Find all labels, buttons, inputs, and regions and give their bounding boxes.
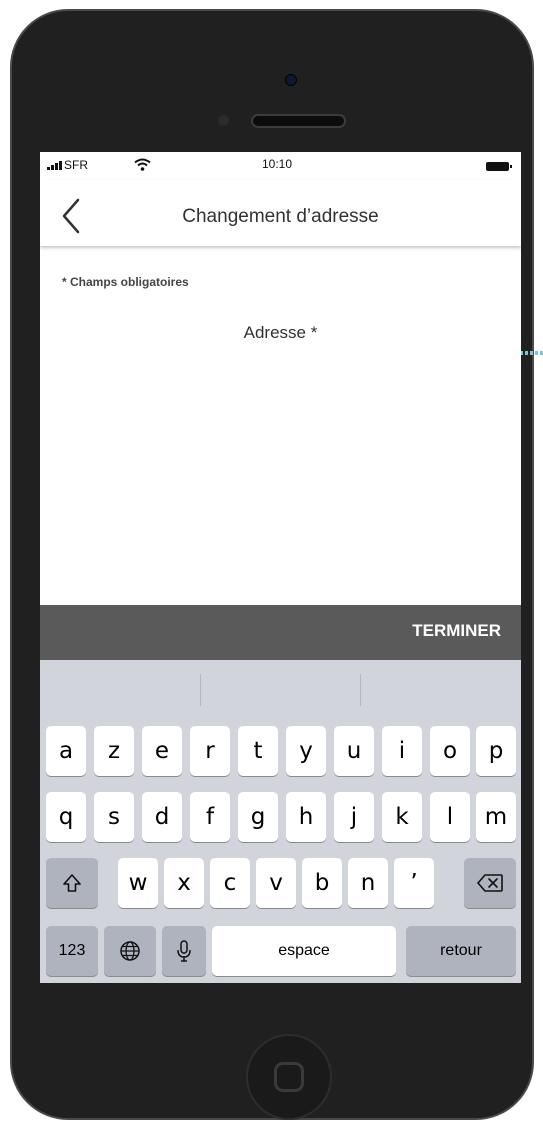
backspace-icon: [477, 874, 503, 892]
key-v[interactable]: v: [256, 858, 296, 908]
wifi-icon: [134, 158, 151, 171]
key-m[interactable]: m: [476, 792, 516, 842]
suggestion-bar: [40, 660, 521, 718]
key-a[interactable]: a: [46, 726, 86, 776]
numbers-key[interactable]: 123: [46, 926, 98, 976]
key-i[interactable]: i: [382, 726, 422, 776]
microphone-icon: [177, 940, 191, 962]
dictation-key[interactable]: [162, 926, 206, 976]
key-x[interactable]: x: [164, 858, 204, 908]
home-square-icon: [274, 1062, 304, 1092]
address-field-label: Adresse *: [243, 323, 318, 342]
key-h[interactable]: h: [286, 792, 326, 842]
backspace-key[interactable]: [464, 858, 516, 908]
page-title: Changement d’adresse: [182, 206, 379, 227]
key-j[interactable]: j: [334, 792, 374, 842]
globe-key[interactable]: [104, 926, 156, 976]
key-g[interactable]: g: [238, 792, 278, 842]
key-w[interactable]: w: [118, 858, 158, 908]
home-button[interactable]: [246, 1034, 332, 1120]
key-s[interactable]: s: [94, 792, 134, 842]
phone-screen: SFR 10:10 Changement d’adresse * Champs …: [40, 152, 521, 983]
navigation-bar: Changement d’adresse: [40, 180, 521, 246]
suggestion-divider: [200, 674, 201, 706]
suggestion-divider: [360, 674, 361, 706]
battery-icon: [486, 162, 512, 171]
key-z[interactable]: z: [94, 726, 134, 776]
space-key[interactable]: espace: [212, 926, 396, 976]
shift-arrow-icon: [63, 874, 81, 892]
key-e[interactable]: e: [142, 726, 182, 776]
earpiece-speaker: [251, 114, 346, 128]
key-d[interactable]: d: [142, 792, 182, 842]
carrier-name: SFR: [64, 158, 88, 172]
key-y[interactable]: y: [286, 726, 326, 776]
key-l[interactable]: l: [430, 792, 470, 842]
done-button[interactable]: TERMINER: [412, 621, 501, 641]
shift-key[interactable]: [46, 858, 98, 908]
key-k[interactable]: k: [382, 792, 422, 842]
status-time: 10:10: [262, 157, 293, 171]
keyboard-toolbar: TERMINER: [40, 605, 521, 660]
key-q[interactable]: q: [46, 792, 86, 842]
key-t[interactable]: t: [238, 726, 278, 776]
key-c[interactable]: c: [210, 858, 250, 908]
globe-icon: [120, 941, 140, 961]
key-f[interactable]: f: [190, 792, 230, 842]
signal-icon: [47, 161, 62, 170]
proximity-sensor: [218, 115, 229, 126]
return-key[interactable]: retour: [406, 926, 516, 976]
key-n[interactable]: n: [348, 858, 388, 908]
key-u[interactable]: u: [334, 726, 374, 776]
required-fields-note: * Champs obligatoires: [62, 275, 189, 289]
key-r[interactable]: r: [190, 726, 230, 776]
key-b[interactable]: b: [302, 858, 342, 908]
front-camera: [285, 74, 297, 86]
status-bar: SFR 10:10: [40, 152, 521, 180]
key-apostrophe[interactable]: ’: [394, 858, 434, 908]
keyboard: a z e r t y u i o p q s d f g h j k l m …: [40, 660, 521, 983]
key-p[interactable]: p: [476, 726, 516, 776]
key-o[interactable]: o: [430, 726, 470, 776]
